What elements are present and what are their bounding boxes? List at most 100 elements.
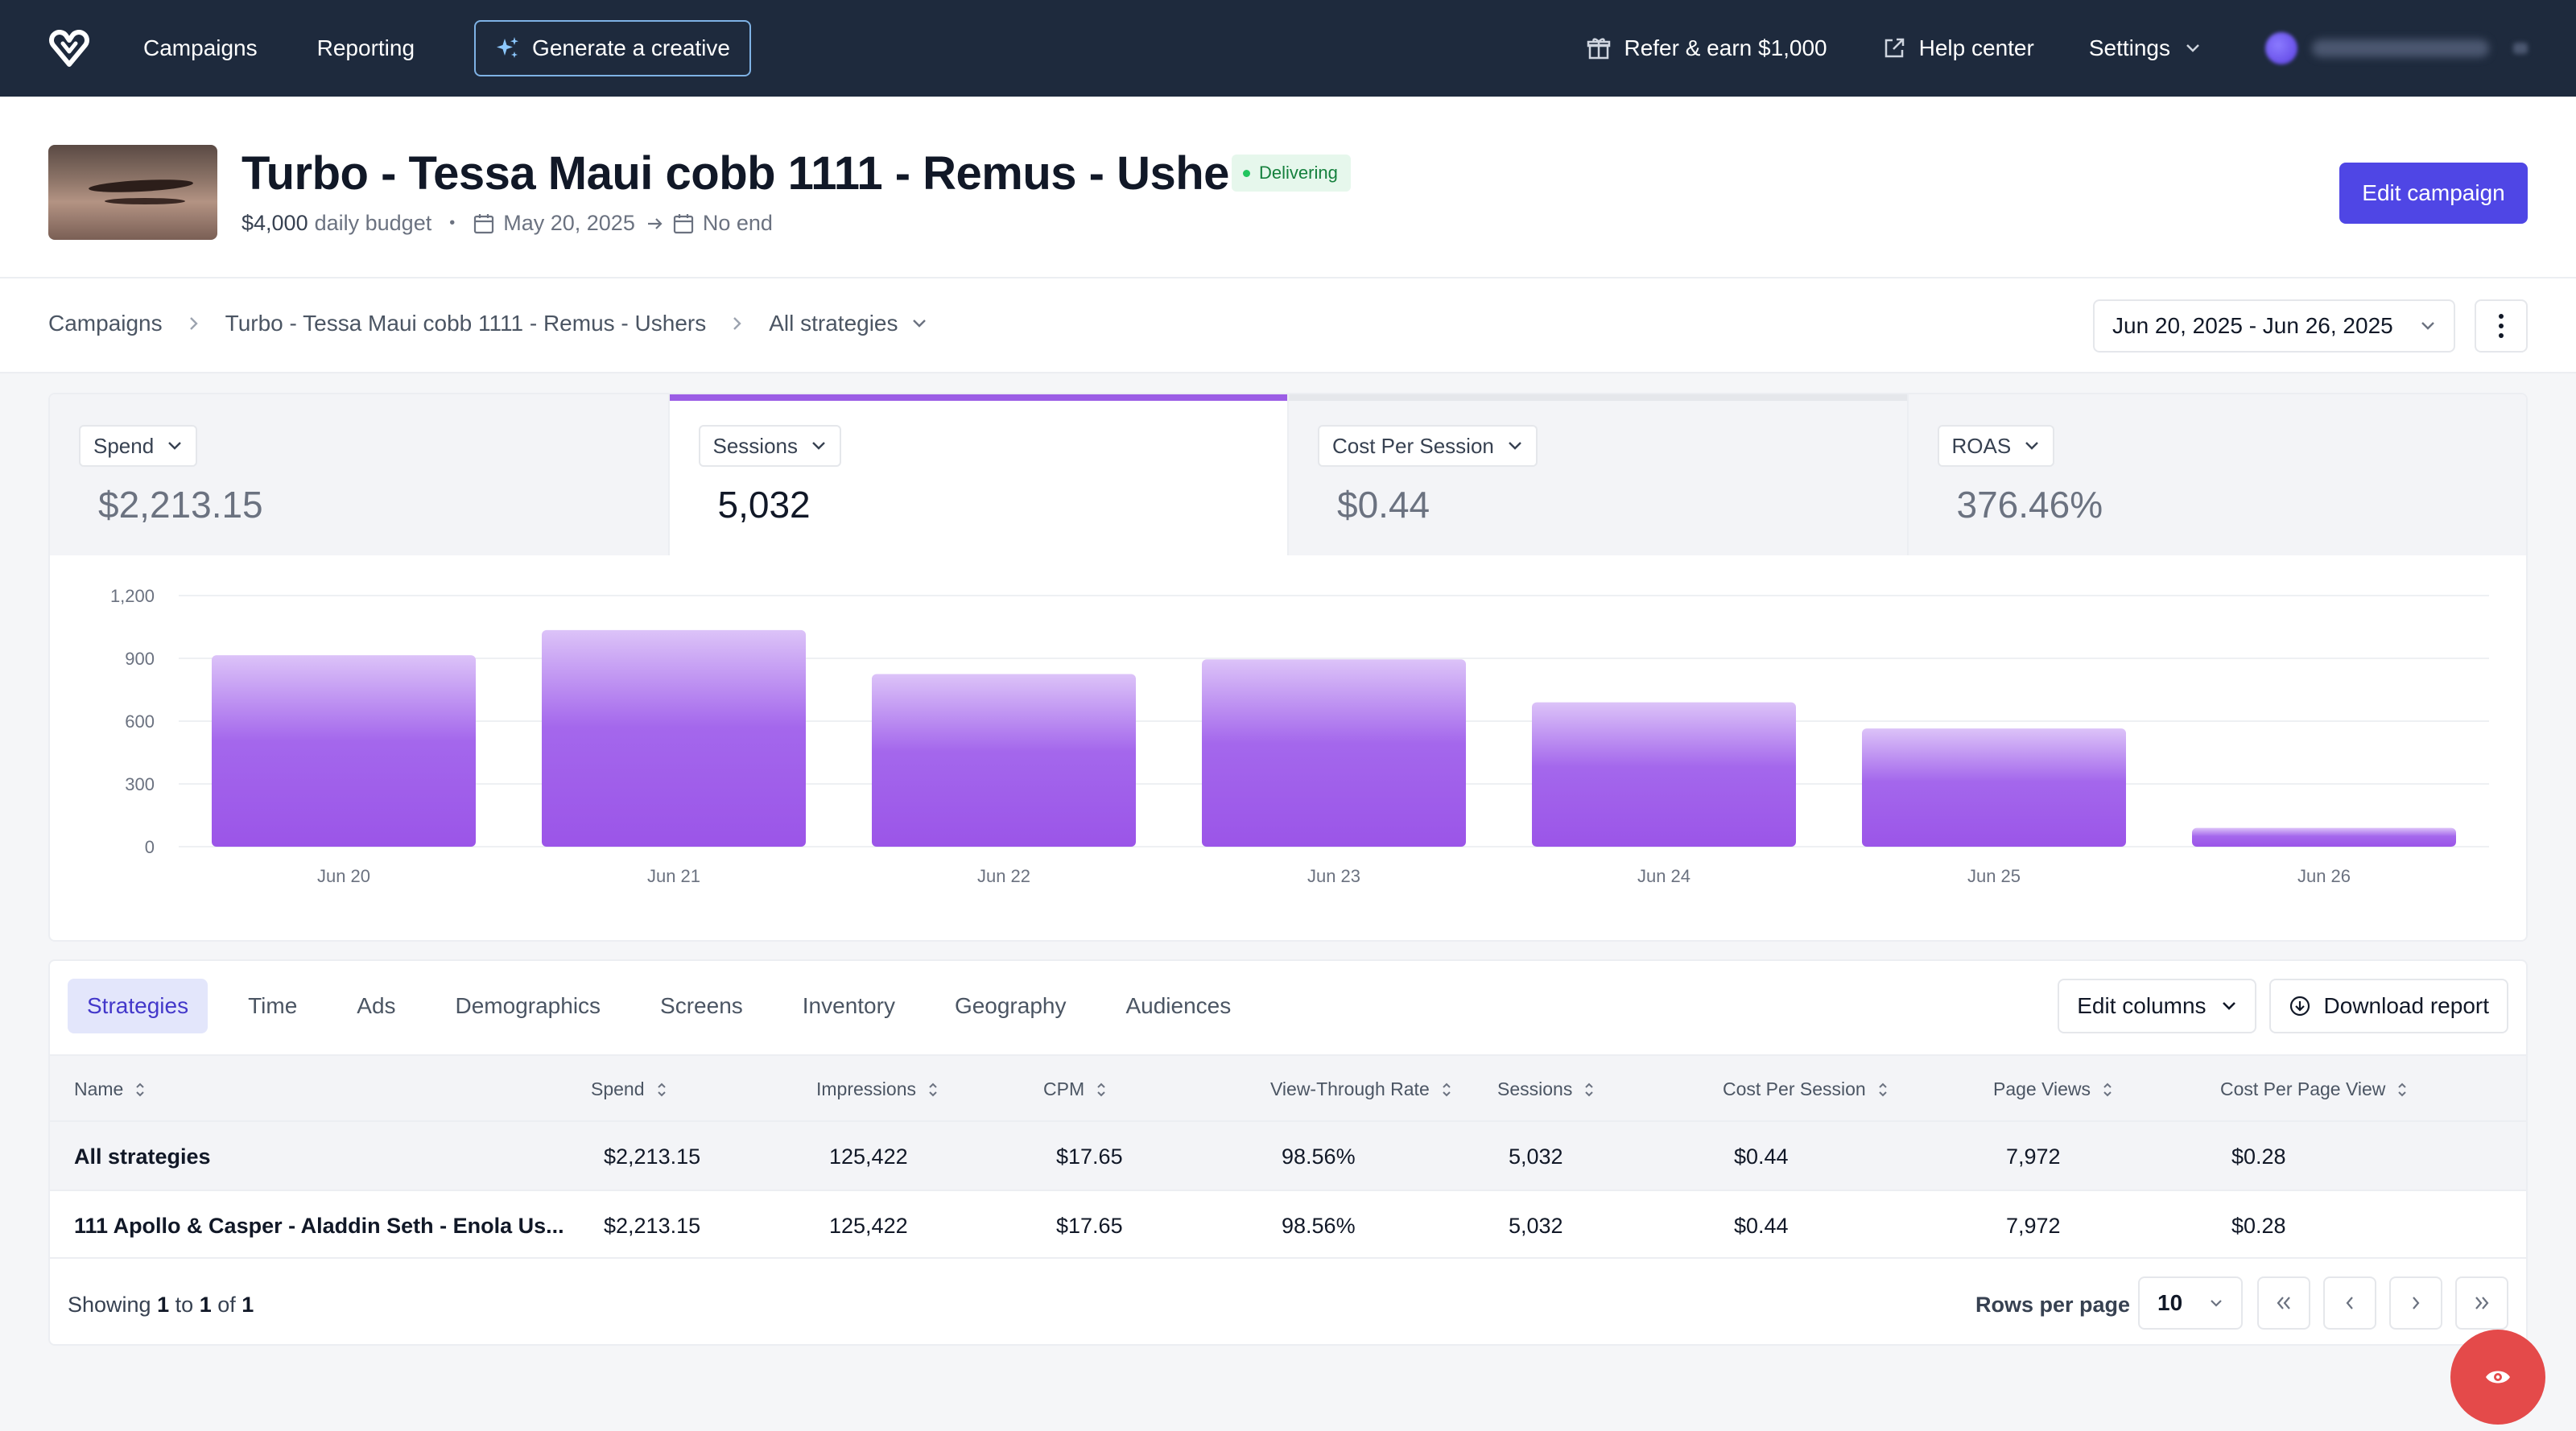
bar-jun-23[interactable] xyxy=(1202,659,1466,847)
kebab-menu-icon xyxy=(2499,314,2504,338)
preview-fab-button[interactable] xyxy=(2450,1330,2545,1425)
breadcrumb-campaign[interactable]: Turbo - Tessa Maui cobb 1111 - Remus - U… xyxy=(225,311,707,336)
breadcrumb-strategies[interactable]: All strategies xyxy=(769,311,898,336)
table-cell[interactable]: 111 Apollo & Casper - Aladdin Seth - Eno… xyxy=(74,1214,564,1239)
column-header-cost-per-session[interactable]: Cost Per Session xyxy=(1723,1078,1889,1100)
tab-strategies[interactable]: Strategies xyxy=(68,979,208,1033)
pagination-summary: Showing 1 to 1 of 1 xyxy=(68,1293,254,1317)
rows-per-page-select[interactable]: 10 xyxy=(2138,1276,2243,1330)
edit-columns-label: Edit columns xyxy=(2077,993,2207,1018)
bar-jun-25[interactable] xyxy=(1862,728,2126,847)
sort-icon xyxy=(2398,1083,2407,1096)
report-tabs: Strategies Time Ads Demographics Screens… xyxy=(68,979,1271,1033)
download-report-button[interactable]: Download report xyxy=(2268,979,2508,1033)
metric-tile-roas[interactable]: ROAS 376.46% xyxy=(1908,394,2526,555)
chevrons-right-icon xyxy=(2475,1297,2489,1309)
column-header-name[interactable]: Name xyxy=(74,1078,146,1100)
tab-audiences[interactable]: Audiences xyxy=(1106,979,1250,1033)
help-center-link[interactable]: Help center xyxy=(1882,35,2034,61)
breadcrumb-bar: Campaigns Turbo - Tessa Maui cobb 1111 -… xyxy=(0,278,2576,373)
table-cell: 5,032 xyxy=(1509,1214,1563,1238)
chevron-left-icon xyxy=(2346,1297,2353,1309)
previous-page-button[interactable] xyxy=(2323,1276,2376,1330)
column-header-impressions[interactable]: Impressions xyxy=(816,1078,939,1100)
brand-logo[interactable] xyxy=(48,27,90,69)
external-link-icon xyxy=(1885,38,1904,58)
chevron-down-icon xyxy=(2222,1002,2235,1010)
chevron-down-icon xyxy=(2025,442,2039,450)
metric-select-roas[interactable]: ROAS xyxy=(1937,425,2055,467)
table-cell: 125,422 xyxy=(829,1144,908,1169)
y-tick-label: 1,200 xyxy=(110,586,155,606)
metric-select-sessions[interactable]: Sessions xyxy=(698,425,841,467)
column-header-cost-per-page-view[interactable]: Cost Per Page View xyxy=(2220,1078,2408,1100)
table-cell: $2,213.15 xyxy=(604,1144,701,1169)
table-header: Name Spend Impressions CPM View-Through … xyxy=(50,1054,2526,1120)
chevron-down-icon xyxy=(2211,1300,2222,1307)
table-row[interactable]: 111 Apollo & Casper - Aladdin Seth - Eno… xyxy=(50,1190,2526,1259)
metric-value: 5,032 xyxy=(717,484,811,526)
x-tick-label: Jun 20 xyxy=(317,866,370,886)
bar-jun-22[interactable] xyxy=(872,674,1136,847)
help-center-label: Help center xyxy=(1918,35,2034,60)
avatar[interactable] xyxy=(2265,32,2297,64)
settings-label: Settings xyxy=(2088,35,2170,60)
x-tick-label: Jun 21 xyxy=(647,866,700,886)
breadcrumb-campaigns[interactable]: Campaigns xyxy=(48,311,163,336)
tab-time[interactable]: Time xyxy=(229,979,316,1033)
calendar-icon xyxy=(673,213,693,233)
nav-reporting[interactable]: Reporting xyxy=(317,35,415,61)
column-header-page-views[interactable]: Page Views xyxy=(1993,1078,2113,1100)
settings-menu[interactable]: Settings xyxy=(2089,35,2214,61)
metric-label: Spend xyxy=(93,433,155,458)
metric-select-spend[interactable]: Spend xyxy=(79,425,198,467)
tab-inventory[interactable]: Inventory xyxy=(783,979,914,1033)
arrow-right-icon xyxy=(647,217,663,229)
edit-columns-button[interactable]: Edit columns xyxy=(2058,979,2256,1033)
tab-geography[interactable]: Geography xyxy=(935,979,1086,1033)
metric-tile-spend[interactable]: Spend $2,213.15 xyxy=(50,394,670,555)
refer-earn-link[interactable]: Refer & earn $1,000 xyxy=(1587,35,1827,61)
metrics-card: Spend $2,213.15 Sessions 5,032 Cost Per … xyxy=(48,393,2528,942)
sort-icon xyxy=(1097,1083,1105,1096)
bar-jun-21[interactable] xyxy=(542,629,806,847)
table-row-total[interactable]: All strategies $2,213.15 125,422 $17.65 … xyxy=(50,1120,2526,1190)
column-header-sessions[interactable]: Sessions xyxy=(1497,1078,1595,1100)
column-header-view-through-rate[interactable]: View-Through Rate xyxy=(1270,1078,1452,1100)
more-options-button[interactable] xyxy=(2475,299,2528,353)
next-page-button[interactable] xyxy=(2389,1276,2442,1330)
metric-tile-sessions[interactable]: Sessions 5,032 xyxy=(669,394,1289,555)
chevrons-left-icon xyxy=(2277,1297,2290,1309)
tab-ads[interactable]: Ads xyxy=(337,979,415,1033)
tab-screens[interactable]: Screens xyxy=(641,979,762,1033)
bar-jun-20[interactable] xyxy=(212,655,476,847)
chevron-down-icon xyxy=(1509,442,1521,450)
bar-chart: 0 300 600 900 1,200 Jun 20 Jun 21 Jun 22 Jun 23… xyxy=(110,586,2489,886)
strategies-table-card: Strategies Time Ads Demographics Screens… xyxy=(48,959,2528,1346)
rows-per-page-value: 10 xyxy=(2157,1290,2183,1315)
chevron-down-icon[interactable] xyxy=(911,318,927,329)
x-tick-label: Jun 26 xyxy=(2297,866,2351,886)
chevron-down-icon xyxy=(2421,322,2434,330)
y-tick-label: 600 xyxy=(125,711,155,732)
date-range-value: Jun 20, 2025 - Jun 26, 2025 xyxy=(2112,313,2393,338)
table-cell: 7,972 xyxy=(2006,1144,2061,1169)
nav-campaigns[interactable]: Campaigns xyxy=(143,35,258,61)
metric-tile-cost-per-session[interactable]: Cost Per Session $0.44 xyxy=(1289,394,1909,555)
date-range-select[interactable]: Jun 20, 2025 - Jun 26, 2025 xyxy=(2093,299,2455,353)
rows-per-page-label: Rows per page xyxy=(1975,1293,2131,1317)
metric-label: Cost Per Session xyxy=(1332,433,1494,458)
column-header-cpm[interactable]: CPM xyxy=(1043,1078,1107,1100)
metric-select-cost-per-session[interactable]: Cost Per Session xyxy=(1318,425,1538,467)
campaign-thumbnail xyxy=(48,145,217,240)
edit-campaign-button[interactable]: Edit campaign xyxy=(2339,163,2528,224)
last-page-button[interactable] xyxy=(2455,1276,2508,1330)
user-menu-chevron-icon[interactable] xyxy=(2513,43,2528,54)
bar-jun-24[interactable] xyxy=(1532,702,1796,847)
generate-creative-button[interactable]: Generate a creative xyxy=(474,20,751,76)
bar-jun-26[interactable] xyxy=(2192,827,2456,847)
column-header-spend[interactable]: Spend xyxy=(591,1078,667,1100)
table-cell: $0.44 xyxy=(1734,1144,1789,1169)
first-page-button[interactable] xyxy=(2257,1276,2310,1330)
tab-demographics[interactable]: Demographics xyxy=(436,979,621,1033)
